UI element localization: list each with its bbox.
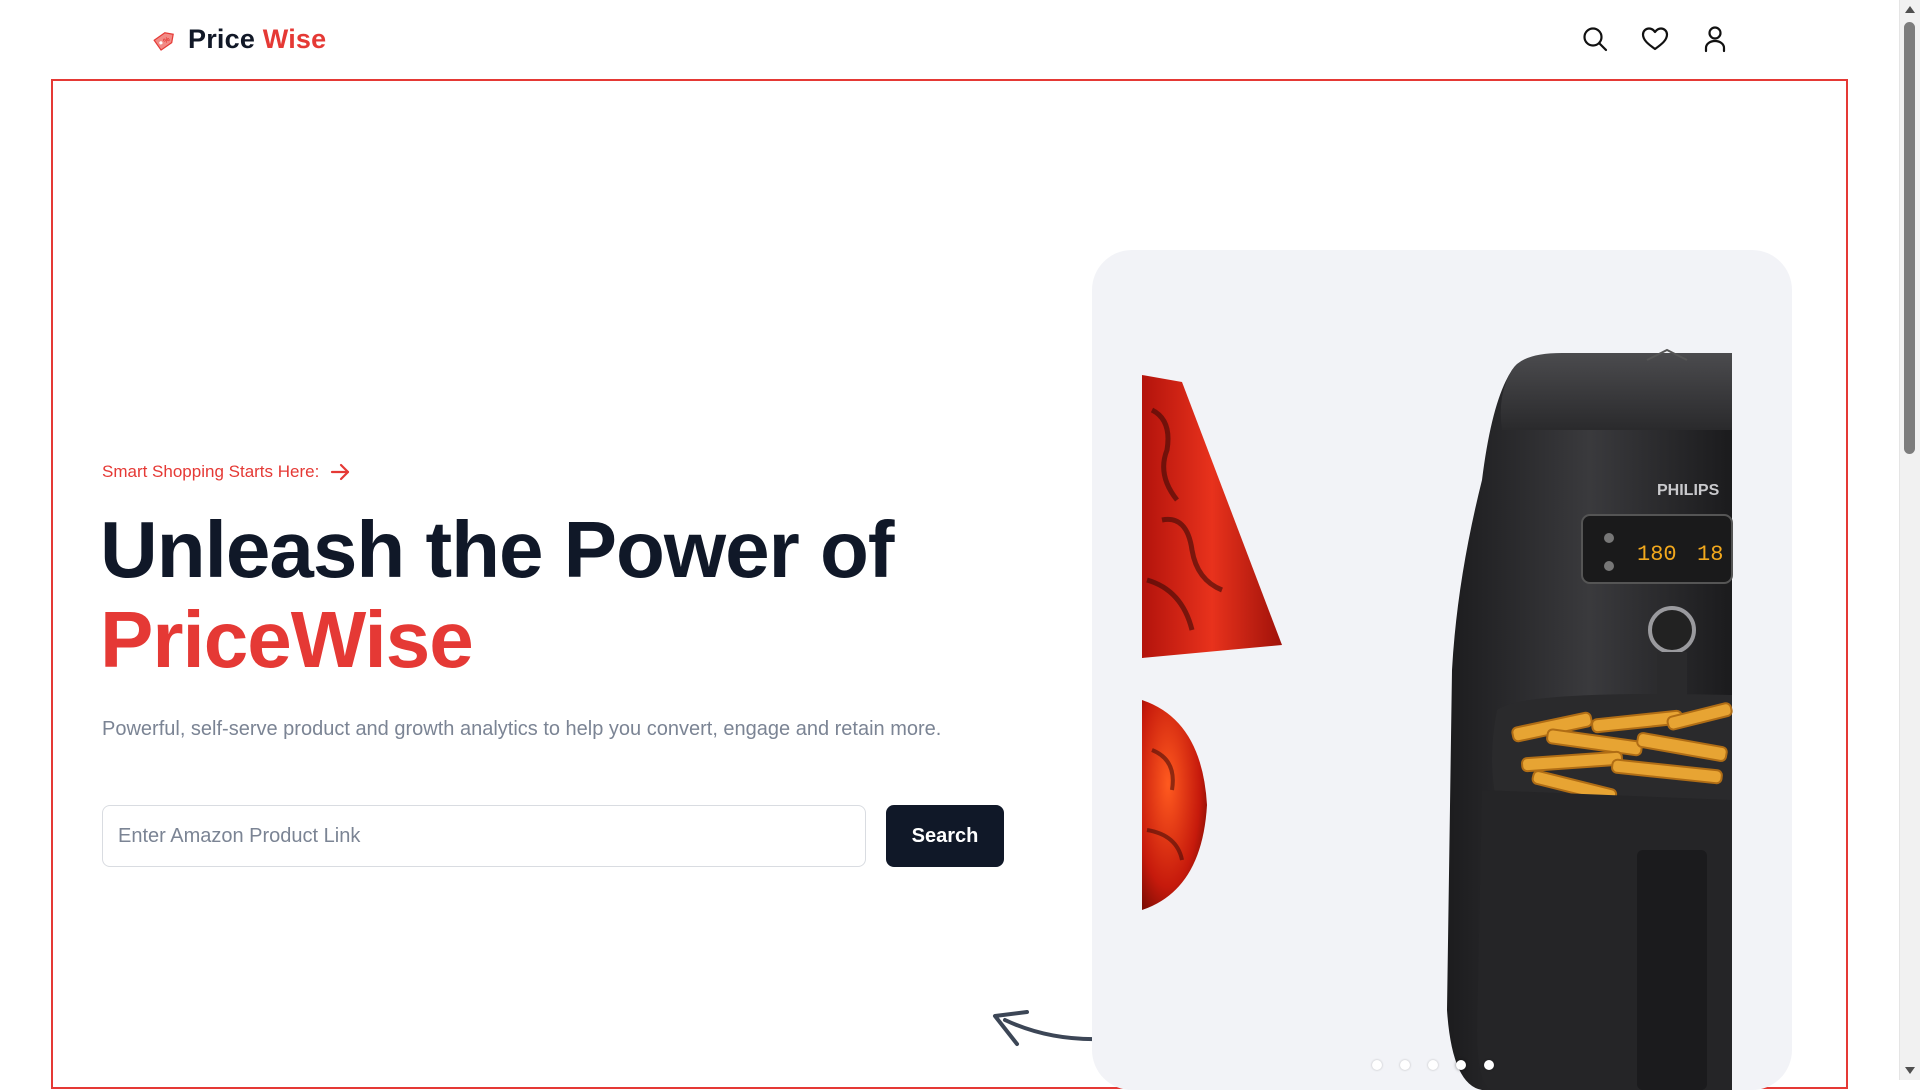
carousel-dots bbox=[1372, 1060, 1494, 1070]
scroll-thumb[interactable] bbox=[1904, 22, 1915, 454]
heart-icon[interactable] bbox=[1640, 24, 1670, 54]
hero-headline: Unleash the Power of PriceWise bbox=[100, 505, 894, 685]
navbar: % Price Wise bbox=[0, 0, 1900, 80]
carousel-dot[interactable] bbox=[1372, 1060, 1382, 1070]
carousel-dot-active[interactable] bbox=[1456, 1060, 1466, 1070]
air-fryer-image: PHILIPS 180 18 bbox=[1447, 348, 1733, 1090]
search-icon[interactable] bbox=[1580, 24, 1610, 54]
hero-subtitle: Powerful, self-serve product and growth … bbox=[102, 718, 942, 740]
fryer-brand-label: PHILIPS bbox=[1657, 482, 1720, 499]
carousel-dot[interactable] bbox=[1428, 1060, 1438, 1070]
arrow-right-icon bbox=[331, 463, 350, 481]
carousel-dot[interactable] bbox=[1400, 1060, 1410, 1070]
tagline-text: Smart Shopping Starts Here: bbox=[102, 462, 320, 481]
logo[interactable]: % Price Wise bbox=[150, 24, 326, 55]
product-carousel[interactable]: PHILIPS 180 18 bbox=[1092, 250, 1792, 1090]
search-form: Search bbox=[102, 805, 1004, 867]
fryer-temp-readout: 180 bbox=[1637, 542, 1677, 567]
user-icon[interactable] bbox=[1700, 24, 1730, 54]
brand-name: Price Wise bbox=[188, 24, 327, 54]
hero-tagline: Smart Shopping Starts Here: bbox=[102, 461, 351, 483]
headline-brand: PriceWise bbox=[100, 595, 474, 684]
scroll-down-arrow-icon[interactable] bbox=[1905, 1067, 1915, 1074]
lamp-image bbox=[1142, 375, 1282, 910]
product-link-input[interactable] bbox=[102, 805, 866, 867]
fryer-time-readout: 18 bbox=[1697, 542, 1723, 567]
carousel-dot[interactable] bbox=[1484, 1060, 1494, 1070]
carousel-scene: PHILIPS 180 18 bbox=[1142, 348, 1733, 1090]
page-scrollbar[interactable] bbox=[1899, 0, 1920, 1080]
search-button[interactable]: Search bbox=[886, 805, 1004, 867]
headline-text: Unleash the Power of bbox=[100, 505, 894, 594]
nav-icons bbox=[1580, 24, 1730, 54]
price-tag-logo-icon: % bbox=[153, 31, 174, 51]
scroll-up-arrow-icon[interactable] bbox=[1905, 6, 1915, 13]
